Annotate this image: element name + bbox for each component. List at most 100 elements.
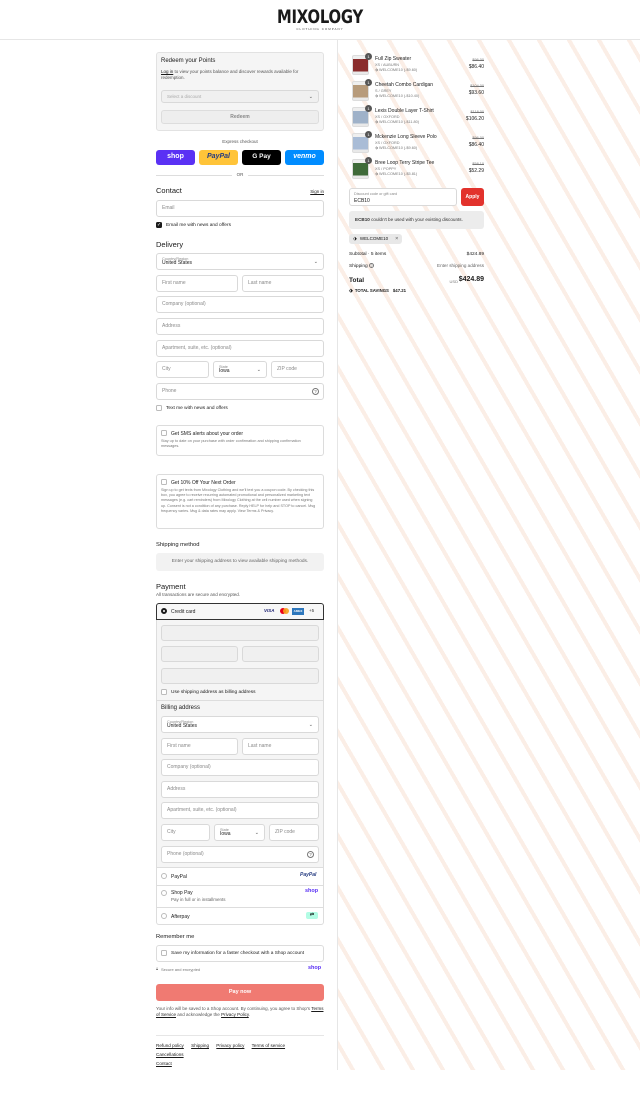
last-name-field[interactable]: Last name: [242, 275, 324, 292]
billing-city-placeholder: City: [167, 829, 176, 836]
email-news-checkbox[interactable]: ✓: [156, 222, 162, 228]
payment-subtitle: All transactions are secure and encrypte…: [156, 592, 241, 597]
paypal-radio[interactable]: [161, 873, 167, 879]
product-price: $106.20: [465, 116, 484, 122]
divider-right: [248, 174, 324, 176]
use-shipping-address-checkbox[interactable]: [161, 689, 167, 695]
credit-card-label: Credit card: [171, 608, 196, 615]
quantity-badge: 1: [365, 53, 372, 60]
card-number-field[interactable]: [161, 625, 319, 641]
billing-first-name-field[interactable]: First name: [161, 738, 238, 755]
sms-alerts-title: Get SMS alerts about your order: [171, 430, 243, 437]
total-label: Total: [349, 277, 365, 284]
amex-icon: AMEX: [292, 607, 304, 615]
expiration-date-field[interactable]: [161, 646, 238, 662]
shop-pay-button-label: shop: [167, 153, 184, 161]
first-name-placeholder: First name: [162, 280, 186, 287]
discount-select[interactable]: Select a discount ⌄: [161, 90, 319, 103]
state-select[interactable]: State Iowa ⌄: [213, 361, 267, 378]
or-divider-label: OR: [236, 172, 244, 177]
footer-link-cancellations[interactable]: Cancellations: [156, 1052, 184, 1057]
afterpay-radio[interactable]: [161, 913, 167, 919]
billing-phone-field[interactable]: Phone (optional) ?: [161, 846, 319, 863]
redeem-button[interactable]: Redeem: [161, 110, 319, 124]
afterpay-logo-icon: ⇄: [306, 912, 318, 919]
address-field[interactable]: Address: [156, 318, 324, 335]
footer-link-contact[interactable]: Contact: [156, 1061, 172, 1066]
shop-pay-sub-label: Pay in full or in installments: [171, 897, 226, 902]
shop-pay-radio[interactable]: [161, 890, 167, 896]
apartment-field[interactable]: Apartment, suite, etc. (optional): [156, 340, 324, 357]
chevron-down-icon: ⌄: [308, 93, 313, 100]
lock-icon: 🔒︎: [156, 966, 159, 971]
footer-link-terms[interactable]: Terms of service: [252, 1043, 285, 1048]
billing-country-value: United States: [167, 722, 198, 729]
billing-zip-field[interactable]: ZIP code: [269, 824, 319, 841]
product-discount: ⬗ WELCOME10 (-$9.60): [375, 68, 417, 74]
redeem-points-desc-text: to view your points balance and discover…: [161, 69, 299, 81]
paypal-button-label: PayPal: [207, 153, 230, 161]
billing-apartment-field[interactable]: Apartment, suite, etc. (optional): [161, 802, 319, 819]
billing-company-field[interactable]: Company (optional): [161, 759, 319, 776]
discount-code-field[interactable]: Discount code or gift card ECB10: [349, 188, 457, 206]
express-checkout-label: Express checkout: [222, 139, 258, 144]
country-select[interactable]: Country/Region United States ⌄: [156, 253, 324, 270]
chevron-down-icon: ⌄: [308, 721, 313, 728]
redeem-points-title: Redeem your Points: [161, 58, 216, 64]
billing-city-field[interactable]: City: [161, 824, 210, 841]
product-name: Cheetah Combo Cardigan: [375, 82, 434, 88]
product-discount: ⬗ WELCOME10 (-$9.60): [375, 146, 417, 152]
remove-discount-icon[interactable]: ×: [395, 234, 398, 244]
discount-code-value: ECB10: [354, 198, 370, 204]
billing-state-select[interactable]: State Iowa ⌄: [214, 824, 265, 841]
help-icon[interactable]: ?: [369, 263, 375, 268]
security-code-field[interactable]: [242, 646, 319, 662]
pay-now-button[interactable]: Pay now: [156, 984, 324, 1001]
login-link[interactable]: Log in: [161, 69, 173, 74]
sign-in-link[interactable]: Sign in: [300, 189, 324, 195]
tag-icon: ⬗: [349, 288, 353, 294]
apartment-placeholder: Apartment, suite, etc. (optional): [162, 345, 232, 352]
gpay-button[interactable]: G Pay: [242, 150, 281, 165]
credit-card-radio[interactable]: [161, 608, 167, 614]
sms-alerts-checkbox[interactable]: [161, 430, 167, 436]
legal-text-3: .: [248, 1012, 251, 1018]
legal-text-1: Your info will be saved to a Shop accoun…: [156, 1006, 312, 1011]
billing-address-placeholder: Address: [167, 786, 186, 793]
name-on-card-field[interactable]: [161, 668, 319, 684]
product-discount-text: WELCOME10 (-$9.60): [378, 68, 418, 72]
apply-button-label: Apply: [465, 194, 480, 200]
discount-error-text: couldn't be used with your existing disc…: [369, 217, 463, 222]
promo-checkbox[interactable]: [161, 479, 167, 485]
help-icon[interactable]: ?: [312, 388, 319, 395]
footer-link-refund[interactable]: Refund policy: [156, 1043, 184, 1048]
shop-pay-button[interactable]: shop: [156, 150, 195, 165]
privacy-policy-link[interactable]: Privacy Policy: [221, 1012, 249, 1017]
footer-link-privacy[interactable]: Privacy policy: [216, 1043, 244, 1048]
venmo-button[interactable]: venmo: [285, 150, 324, 165]
billing-last-name-field[interactable]: Last name: [242, 738, 319, 755]
company-field[interactable]: Company (optional): [156, 296, 324, 313]
text-offers-checkbox[interactable]: [156, 405, 162, 411]
shop-pay-option-label: Shop Pay: [171, 890, 193, 896]
brand-logo[interactable]: MIXOLOGY: [70, 7, 569, 27]
billing-country-select[interactable]: Country/Region United States ⌄: [161, 716, 319, 733]
promo-title: Get 10% Off Your Next Order: [171, 479, 236, 486]
billing-address-field[interactable]: Address: [161, 781, 319, 798]
apply-button[interactable]: Apply: [461, 188, 484, 206]
phone-field[interactable]: Phone ?: [156, 383, 324, 400]
email-field[interactable]: Email: [156, 200, 324, 217]
paypal-button[interactable]: PayPal: [199, 150, 238, 165]
discount-tag-label: WELCOME10: [359, 236, 389, 241]
city-field[interactable]: City: [156, 361, 209, 378]
save-info-checkbox[interactable]: [161, 950, 167, 956]
zip-field[interactable]: ZIP code: [271, 361, 324, 378]
help-icon[interactable]: ?: [307, 851, 314, 858]
shipping-label-text: Shipping: [349, 263, 368, 269]
last-name-placeholder: Last name: [248, 280, 272, 287]
product-name: Full Zip Sweater: [375, 56, 412, 62]
footer-link-shipping[interactable]: Shipping: [191, 1043, 209, 1048]
product-discount-text: WELCOME10 (-$10.40): [378, 94, 420, 98]
paypal-logo: PayPal: [300, 872, 317, 878]
first-name-field[interactable]: First name: [156, 275, 238, 292]
